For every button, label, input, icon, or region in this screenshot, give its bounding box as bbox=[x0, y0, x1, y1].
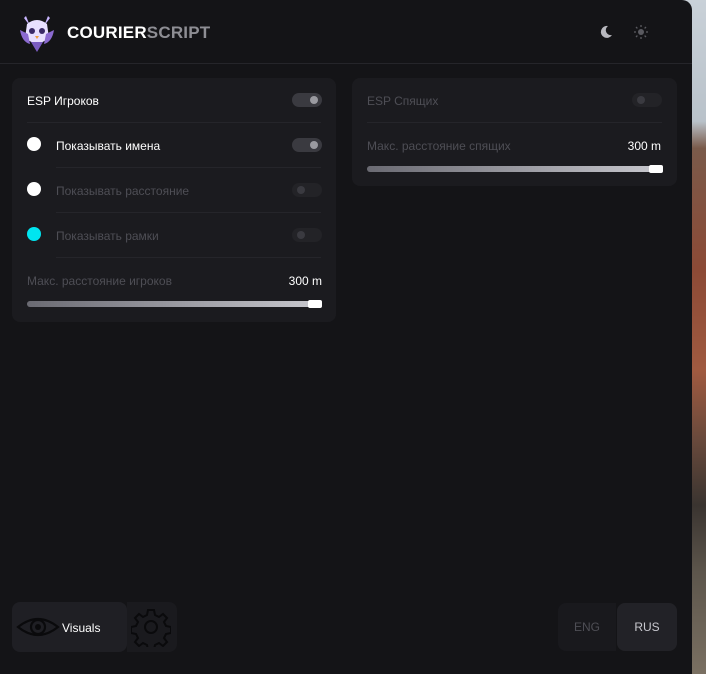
show-boxes-label: Показывать рамки bbox=[56, 229, 159, 243]
sun-icon[interactable] bbox=[633, 24, 649, 40]
divider bbox=[56, 257, 321, 258]
esp-players-card: ESP Игроков Показывать имена Показывать … bbox=[12, 78, 336, 322]
player-distance-slider[interactable] bbox=[27, 300, 322, 308]
show-boxes-toggle[interactable] bbox=[292, 228, 322, 242]
toggle-knob bbox=[310, 141, 318, 149]
lang-rus-button[interactable]: RUS bbox=[617, 603, 677, 651]
distance-color-dot[interactable] bbox=[27, 182, 41, 196]
esp-sleepers-card: ESP Спящих Макс. расстояние спящих 300 m bbox=[352, 78, 677, 186]
toggle-knob bbox=[297, 231, 305, 239]
eye-icon bbox=[16, 617, 60, 637]
header: COURIERSCRIPT bbox=[0, 0, 692, 64]
divider bbox=[56, 167, 321, 168]
esp-sleepers-title: ESP Спящих bbox=[367, 94, 439, 108]
toggle-knob bbox=[637, 96, 645, 104]
brand-title: COURIERSCRIPT bbox=[67, 23, 210, 43]
tab-visuals[interactable]: Visuals bbox=[12, 602, 127, 652]
lang-eng-button[interactable]: ENG bbox=[558, 603, 616, 651]
slider-fill bbox=[27, 301, 321, 307]
gear-icon bbox=[131, 609, 171, 647]
show-distance-label: Показывать расстояние bbox=[56, 184, 190, 198]
tab-settings[interactable] bbox=[127, 602, 177, 652]
toggle-knob bbox=[310, 96, 318, 104]
boxes-color-dot[interactable] bbox=[27, 227, 41, 241]
toggle-knob bbox=[297, 186, 305, 194]
player-distance-value: 300 m bbox=[288, 274, 322, 288]
sleeper-distance-slider[interactable] bbox=[367, 165, 663, 173]
names-color-dot[interactable] bbox=[27, 137, 41, 151]
sleeper-distance-label: Макс. расстояние спящих bbox=[367, 139, 511, 153]
show-names-toggle[interactable] bbox=[292, 138, 322, 152]
show-distance-toggle[interactable] bbox=[292, 183, 322, 197]
divider bbox=[27, 122, 321, 123]
slider-fill bbox=[367, 166, 662, 172]
show-names-label: Показывать имена bbox=[56, 139, 161, 153]
esp-players-toggle[interactable] bbox=[292, 93, 322, 107]
player-distance-label: Макс. расстояние игроков bbox=[27, 274, 172, 288]
brand-title-part2: SCRIPT bbox=[146, 23, 211, 42]
sleeper-distance-value: 300 m bbox=[627, 139, 661, 153]
divider bbox=[56, 212, 321, 213]
esp-players-title: ESP Игроков bbox=[27, 94, 99, 108]
moon-icon[interactable] bbox=[598, 24, 614, 40]
brand-title-part1: COURIER bbox=[67, 23, 147, 42]
logo-icon bbox=[20, 16, 54, 52]
tab-visuals-label: Visuals bbox=[62, 621, 101, 635]
slider-thumb[interactable] bbox=[308, 300, 322, 308]
divider bbox=[367, 122, 662, 123]
esp-sleepers-toggle[interactable] bbox=[632, 93, 662, 107]
main-panel: COURIERSCRIPT ESP Игроков Показывать име… bbox=[0, 0, 692, 674]
slider-thumb[interactable] bbox=[649, 165, 663, 173]
